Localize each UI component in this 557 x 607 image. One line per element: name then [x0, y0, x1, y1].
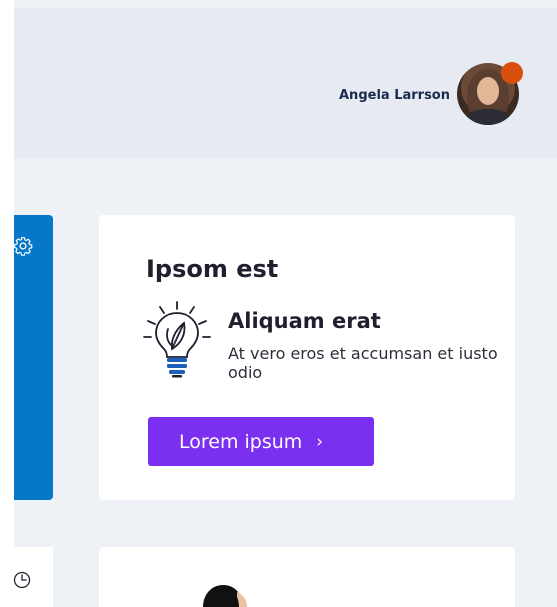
person-illustration — [203, 585, 247, 607]
info-card: Ipsom est Aliquam erat At vero eros et a… — [99, 215, 515, 500]
avatar-shirt — [465, 109, 511, 125]
left-edge — [0, 0, 14, 607]
gear-icon[interactable] — [13, 236, 33, 256]
button-label: Lorem ipsum — [179, 430, 303, 453]
secondary-card — [99, 547, 515, 607]
feature-description: At vero eros et accumsan et iusto odio — [228, 344, 498, 382]
lightbulb-leaf-icon — [143, 301, 211, 378]
avatar-face — [477, 77, 499, 105]
notification-status-dot — [501, 62, 523, 84]
lorem-ipsum-button[interactable]: Lorem ipsum › — [148, 417, 374, 466]
user-name[interactable]: Angela Larrson — [339, 88, 450, 103]
chevron-right-icon: › — [316, 431, 324, 452]
feature-title: Aliquam erat — [228, 309, 381, 333]
card-title: Ipsom est — [146, 255, 279, 283]
side-panel[interactable] — [14, 215, 53, 500]
clock-icon[interactable] — [12, 570, 32, 590]
